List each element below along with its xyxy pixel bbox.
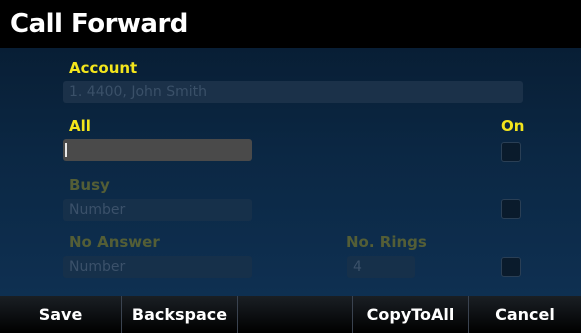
no-rings-field[interactable]: 4	[347, 256, 415, 278]
text-cursor	[65, 143, 67, 157]
title-bar: Call Forward	[0, 0, 581, 48]
call-forward-screen: Call Forward Account 1. 4400, John Smith…	[0, 0, 581, 333]
all-on-checkbox[interactable]	[501, 142, 521, 162]
backspace-softkey[interactable]: Backspace	[122, 296, 238, 333]
cancel-softkey[interactable]: Cancel	[469, 296, 581, 333]
account-label: Account	[69, 59, 138, 77]
no-answer-label: No Answer	[69, 233, 160, 251]
no-rings-label: No. Rings	[346, 233, 427, 251]
all-number-input[interactable]	[63, 139, 252, 161]
account-selector[interactable]: 1. 4400, John Smith	[63, 81, 523, 103]
busy-label: Busy	[69, 176, 110, 194]
all-label: All	[69, 117, 91, 135]
page-title: Call Forward	[10, 9, 188, 39]
on-label: On	[501, 117, 525, 135]
empty-softkey[interactable]	[238, 296, 353, 333]
save-softkey[interactable]: Save	[0, 296, 122, 333]
no-answer-on-checkbox[interactable]	[501, 257, 521, 277]
softkey-bar: Save Backspace CopyToAll Cancel	[0, 296, 581, 333]
no-answer-number-input[interactable]: Number	[63, 256, 252, 278]
copy-to-all-softkey[interactable]: CopyToAll	[353, 296, 469, 333]
busy-on-checkbox[interactable]	[501, 199, 521, 219]
busy-number-input[interactable]: Number	[63, 199, 252, 221]
